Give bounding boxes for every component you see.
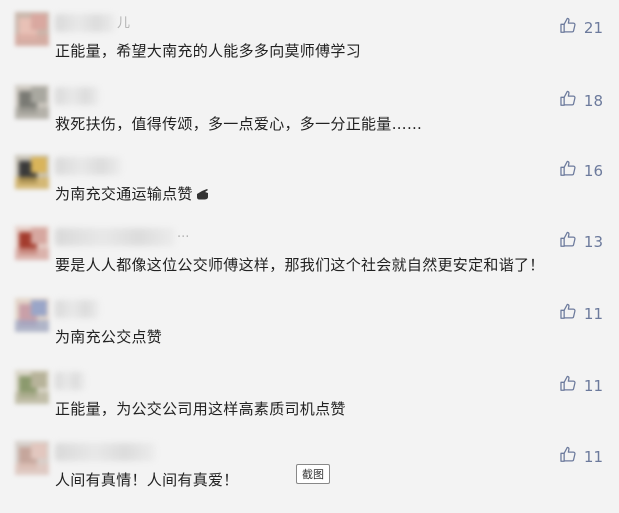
comment-text: 人间有真情！人间有真爱！ (55, 471, 239, 489)
commenter-name-blurred[interactable] (55, 443, 155, 461)
avatar[interactable] (15, 226, 49, 260)
commenter-name-blurred[interactable] (55, 228, 175, 246)
comment-item: 正能量，为公交公司用这样高素质司机点赞 11 (0, 370, 619, 442)
like-count: 11 (583, 376, 603, 395)
comment-item: 为南充公交点赞 11 (0, 298, 619, 370)
commenter-name-tail: 儿 (117, 16, 131, 31)
like-count: 13 (583, 232, 603, 251)
like-button[interactable]: 21 (559, 16, 603, 39)
like-button[interactable]: 18 (559, 89, 603, 112)
avatar[interactable] (15, 85, 49, 119)
comment-item: 为南充交通运输点赞 16 (0, 155, 619, 227)
like-count: 16 (583, 161, 603, 180)
screenshot-tooltip: 截图 (296, 464, 330, 484)
like-button[interactable]: 11 (559, 302, 603, 325)
comment-text: 要是人人都像这位公交师傅这样，那我们这个社会就自然更安定和谐了！ (55, 256, 545, 274)
comment-item: 儿正能量，希望大南充的人能多多向莫师傅学习 21 (0, 12, 619, 84)
commenter-name-blurred[interactable] (55, 372, 85, 390)
thumbs-up-icon (559, 302, 584, 325)
thumbs-up-icon (559, 374, 584, 397)
like-count: 11 (583, 304, 603, 323)
comment-item: 救死扶伤，值得传颂，多一点爱心，多一分正能量…… 18 (0, 85, 619, 157)
thumbs-up-icon (559, 230, 584, 253)
like-button[interactable]: 11 (559, 445, 603, 468)
pointing-hand-emoji-icon (196, 186, 210, 204)
commenter-name-blurred[interactable] (55, 157, 121, 175)
avatar[interactable] (15, 155, 49, 189)
thumbs-up-icon (559, 89, 584, 112)
comment-text: 为南充公交点赞 (55, 328, 163, 346)
avatar[interactable] (15, 12, 49, 46)
comment-item: ... 要是人人都像这位公交师傅这样，那我们这个社会就自然更安定和谐了！ 13 (0, 226, 619, 298)
avatar[interactable] (15, 441, 49, 475)
comment-text: 为南充交通运输点赞 (55, 183, 210, 204)
avatar[interactable] (15, 298, 49, 332)
commenter-name-blurred[interactable] (55, 300, 99, 318)
commenter-name-blurred[interactable] (55, 87, 99, 105)
like-count: 21 (583, 18, 603, 37)
comment-text: 正能量，为公交公司用这样高素质司机点赞 (55, 400, 346, 418)
thumbs-up-icon (559, 16, 584, 39)
comment-text: 救死扶伤，值得传颂，多一点爱心，多一分正能量…… (55, 115, 423, 133)
commenter-name-blurred[interactable] (55, 14, 115, 32)
like-button[interactable]: 16 (559, 159, 603, 182)
avatar[interactable] (15, 370, 49, 404)
like-button[interactable]: 13 (559, 230, 603, 253)
comment-text: 正能量，希望大南充的人能多多向莫师傅学习 (55, 42, 362, 60)
like-button[interactable]: 11 (559, 374, 603, 397)
commenter-name-tail: ... (177, 226, 190, 241)
thumbs-up-icon (559, 445, 584, 468)
like-count: 11 (583, 447, 603, 466)
thumbs-up-icon (559, 159, 584, 182)
like-count: 18 (583, 91, 603, 110)
